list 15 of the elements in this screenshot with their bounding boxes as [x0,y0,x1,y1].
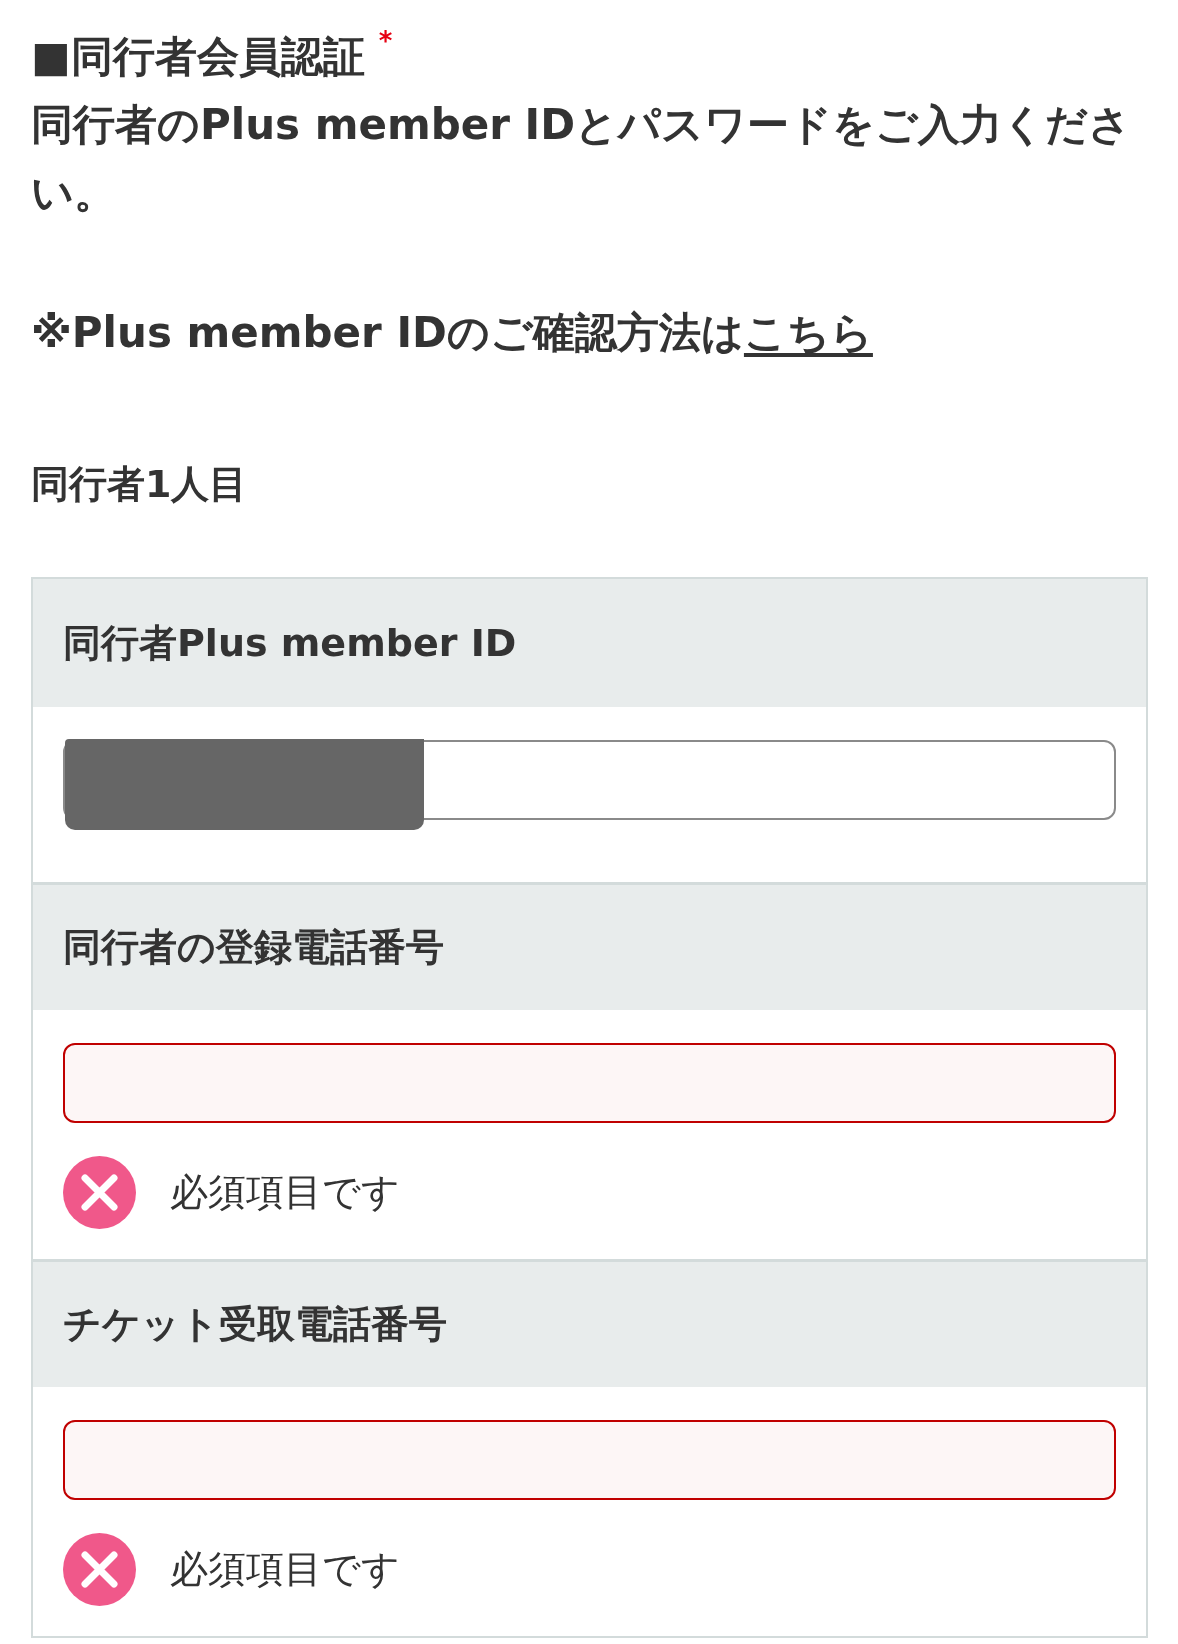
field-header: 同行者Plus member ID [33,579,1146,707]
x-circle-icon [63,1533,136,1606]
required-mark: * [378,25,393,58]
instruction-text: 同行者のPlus member IDとパスワードをご入力ください。 [31,99,1133,219]
error-message: 必須項目です [170,1546,400,1593]
input-field[interactable] [63,1043,1116,1123]
error-message: 必須項目です [170,1169,400,1216]
input-field[interactable] [63,1420,1116,1500]
companion-heading: 同行者1人目 [31,461,248,508]
section-title: ■同行者会員認証 [31,31,365,83]
help-link[interactable]: こちら [743,308,873,357]
x-circle-icon [63,1156,136,1229]
field-header: 同行者の登録電話番号 [33,882,1146,1010]
id-help-note: ※Plus member IDのご確認方法はこちら [31,307,874,359]
field-header: チケット受取電話番号 [33,1259,1146,1387]
